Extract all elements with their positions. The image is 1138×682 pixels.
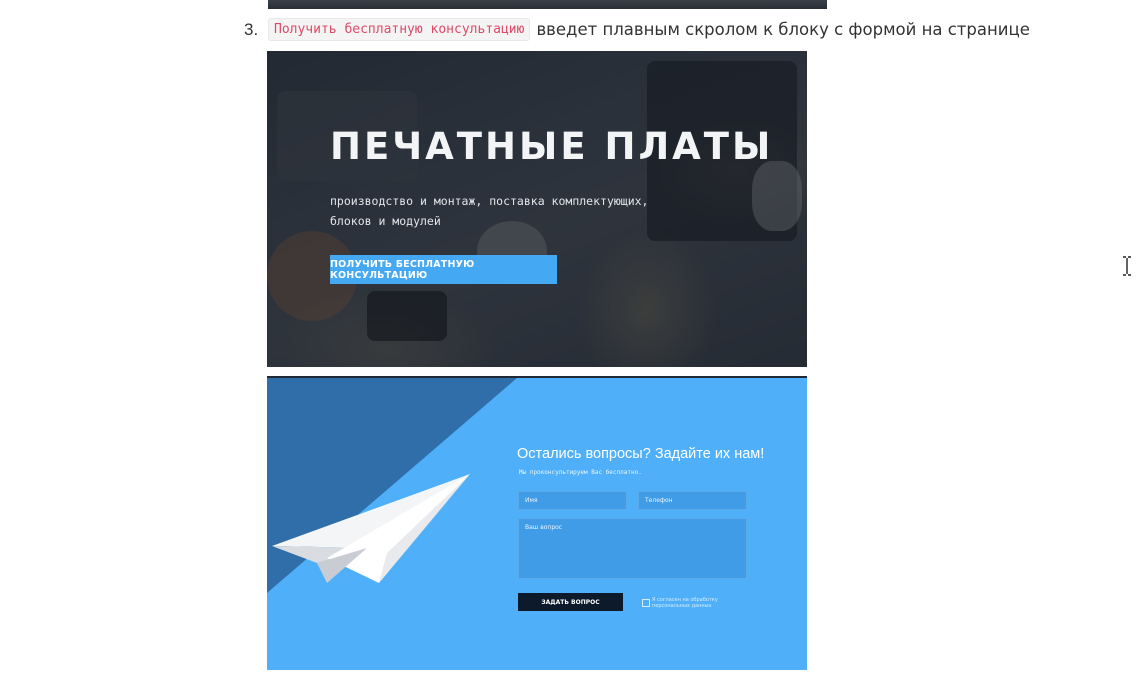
- list-item-text: введет плавным скролом к блоку с формой …: [536, 20, 1030, 39]
- list-number: 3.: [244, 19, 259, 39]
- form-title: Остались вопросы? Задайте их нам!: [517, 446, 765, 462]
- page: 3. Получить бесплатную консультацию введ…: [0, 0, 1138, 682]
- previous-screenshot-edge: [268, 0, 827, 9]
- phone-field[interactable]: Телефон: [638, 491, 747, 510]
- free-consultation-button[interactable]: ПОЛУЧИТЬ БЕСПЛАТНУЮ КОНСУЛЬТАЦИЮ: [330, 255, 557, 284]
- form-screenshot: Остались вопросы? Задайте их нам! Мы про…: [267, 376, 807, 670]
- code-label: Получить бесплатную консультацию: [268, 18, 531, 41]
- list-item: 3. Получить бесплатную консультацию введ…: [244, 18, 1030, 41]
- consent-text: Я согласен на обработку персональных дан…: [652, 597, 718, 609]
- ask-question-button[interactable]: ЗАДАТЬ ВОПРОС: [518, 593, 623, 611]
- question-field[interactable]: Ваш вопрос: [518, 518, 747, 579]
- consent-checkbox[interactable]: [642, 599, 650, 607]
- hero-screenshot: ПЕЧАТНЫЕ ПЛАТЫ производство и монтаж, по…: [267, 51, 807, 367]
- hero-subtitle: производство и монтаж, поставка комплект…: [330, 194, 649, 228]
- name-field[interactable]: Имя: [518, 491, 627, 510]
- hero-title: ПЕЧАТНЫЕ ПЛАТЫ: [330, 125, 774, 168]
- form-subtitle: Мы проконсультируем Вас бесплатно.: [519, 469, 642, 476]
- text-cursor-icon: [1123, 256, 1131, 276]
